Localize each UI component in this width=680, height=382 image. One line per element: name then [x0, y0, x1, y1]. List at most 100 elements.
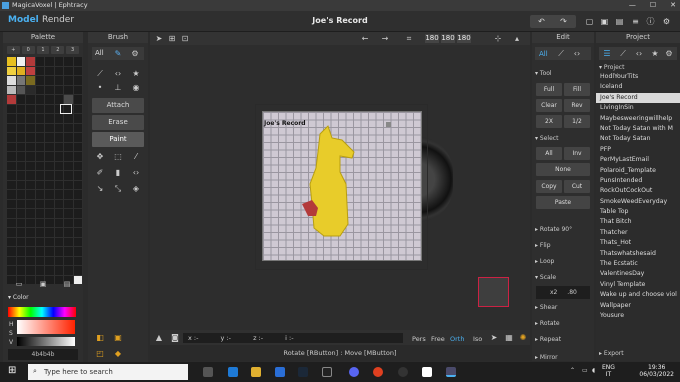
palette-swatch[interactable] [35, 95, 44, 104]
edit-code-icon[interactable]: ‹› [570, 48, 584, 60]
palette-swatch[interactable] [45, 123, 54, 132]
palette-swatch[interactable] [35, 218, 44, 227]
project-list-item[interactable]: Joe's Record [596, 92, 680, 104]
size-y-field[interactable]: 180 [441, 34, 455, 43]
palette-swatch[interactable] [26, 171, 35, 180]
palette-swatch[interactable] [73, 142, 82, 151]
palette-swatch[interactable] [7, 256, 16, 265]
camera-icon[interactable]: ◙ [168, 332, 182, 344]
palette-swatch[interactable] [45, 95, 54, 104]
palette-swatch[interactable] [64, 161, 73, 170]
palette-swatch[interactable] [26, 218, 35, 227]
palette-swatch[interactable] [26, 161, 35, 170]
hex-field[interactable]: 4b4b4b [8, 349, 78, 360]
palette-swatch[interactable] [54, 256, 63, 265]
palette-swatch[interactable] [73, 218, 82, 227]
clear-button[interactable]: Clear [536, 99, 562, 112]
palette-swatch[interactable] [73, 228, 82, 237]
arrow-right-icon[interactable]: → [378, 33, 392, 45]
mirror-section[interactable]: ▸ Mirror [535, 354, 558, 361]
palette-swatch[interactable] [35, 256, 44, 265]
view-free[interactable]: Free [431, 335, 445, 343]
project-list-item[interactable]: Thatcher [596, 228, 680, 238]
palette-tab-2[interactable]: 2 [51, 46, 65, 54]
palette-swatch[interactable] [54, 228, 63, 237]
project-settings-icon[interactable]: ⚙ [662, 48, 676, 60]
line-brush-icon[interactable]: ⟋ [93, 68, 107, 80]
palette-swatch[interactable] [26, 133, 35, 142]
copy-button[interactable]: Copy [536, 180, 562, 193]
discord-icon[interactable] [349, 367, 359, 377]
palette-swatch[interactable] [54, 66, 63, 75]
tool-section[interactable]: ▾ Tool [535, 70, 552, 77]
palette-swatch[interactable] [54, 76, 63, 85]
maximize-button[interactable]: ☐ [650, 0, 656, 11]
palette-swatch[interactable] [45, 218, 54, 227]
palette-swatch[interactable] [45, 190, 54, 199]
file-explorer-icon[interactable] [251, 367, 261, 377]
move-icon[interactable]: ✥ [93, 151, 107, 163]
palette-swatch[interactable] [26, 209, 35, 218]
palette-swatch[interactable] [26, 142, 35, 151]
palette-swatch[interactable] [35, 104, 44, 113]
mail-icon[interactable] [275, 367, 285, 377]
palette-swatch[interactable] [54, 57, 63, 66]
palette-swatch[interactable] [54, 237, 63, 246]
palette-swatch[interactable] [35, 266, 44, 275]
palette-tab-1[interactable]: 1 [36, 46, 50, 54]
palette-swatch[interactable] [26, 256, 35, 265]
select-box-icon[interactable]: ⬚ [111, 151, 125, 163]
palette-swatch[interactable] [54, 247, 63, 256]
save-as-icon[interactable]: ▤ [614, 16, 625, 27]
erase-button[interactable]: Erase [92, 115, 144, 130]
eyedropper-icon[interactable]: ✐ [93, 167, 107, 179]
arrow-icon[interactable]: ↘ [93, 183, 107, 195]
palette-swatch[interactable] [35, 114, 44, 123]
palette-swatch[interactable] [73, 85, 82, 94]
edge-icon[interactable] [228, 367, 238, 377]
brush-all-button[interactable]: All [95, 49, 104, 57]
project-list-item[interactable]: Polaroid_Template [596, 166, 680, 176]
hue-slider[interactable] [8, 307, 76, 317]
project-list-icon[interactable]: ☰ [600, 48, 614, 60]
palette-swatch[interactable] [7, 218, 16, 227]
scale-field[interactable]: x2 .80 [536, 286, 590, 299]
trash-icon[interactable]: ▮ [111, 167, 125, 179]
palette-swatch[interactable] [16, 266, 25, 275]
view-iso[interactable]: Iso [473, 335, 482, 343]
palette-swatch[interactable] [7, 57, 16, 66]
project-line-icon[interactable]: ⟋ [616, 48, 630, 60]
palette-swatch[interactable] [26, 114, 35, 123]
paint-button[interactable]: Paint [92, 132, 144, 147]
code-icon[interactable]: ‹› [129, 167, 143, 179]
palette-swatch[interactable] [16, 57, 25, 66]
fit-icon[interactable]: ⊹ [491, 33, 505, 45]
project-list-item[interactable]: Thats_Hot [596, 238, 680, 248]
palette-swatch[interactable] [54, 142, 63, 151]
palette-swatch[interactable] [26, 247, 35, 256]
opera-icon[interactable] [373, 367, 383, 377]
palette-swatch[interactable] [73, 199, 82, 208]
value-slider[interactable] [17, 337, 75, 346]
palette-swatch[interactable] [7, 228, 16, 237]
palette-swatch[interactable] [16, 247, 25, 256]
edit-pencil-icon[interactable]: ⟋ [554, 48, 568, 60]
palette-swatch[interactable] [73, 161, 82, 170]
export-section[interactable]: ▸ Export [599, 350, 624, 357]
palette-swatch[interactable] [26, 95, 35, 104]
palette-swatch[interactable] [64, 123, 73, 132]
palette-swatch[interactable] [35, 237, 44, 246]
palette-swatch[interactable] [7, 66, 16, 75]
epic-games-icon[interactable] [322, 367, 332, 377]
palette-swatch[interactable] [7, 180, 16, 189]
palette-swatch[interactable] [45, 114, 54, 123]
cursor-icon[interactable]: ➤ [152, 33, 166, 45]
network-icon[interactable]: ▭ [582, 367, 588, 374]
palette-swatch[interactable] [26, 152, 35, 161]
palette-swatch[interactable] [35, 228, 44, 237]
palette-swatch[interactable] [45, 171, 54, 180]
project-list-item[interactable]: PunsIntended [596, 176, 680, 186]
palette-swatch[interactable] [35, 57, 44, 66]
repeat-section[interactable]: ▸ Repeat [535, 336, 561, 343]
arrows-icon[interactable]: ⤡ [111, 183, 125, 195]
